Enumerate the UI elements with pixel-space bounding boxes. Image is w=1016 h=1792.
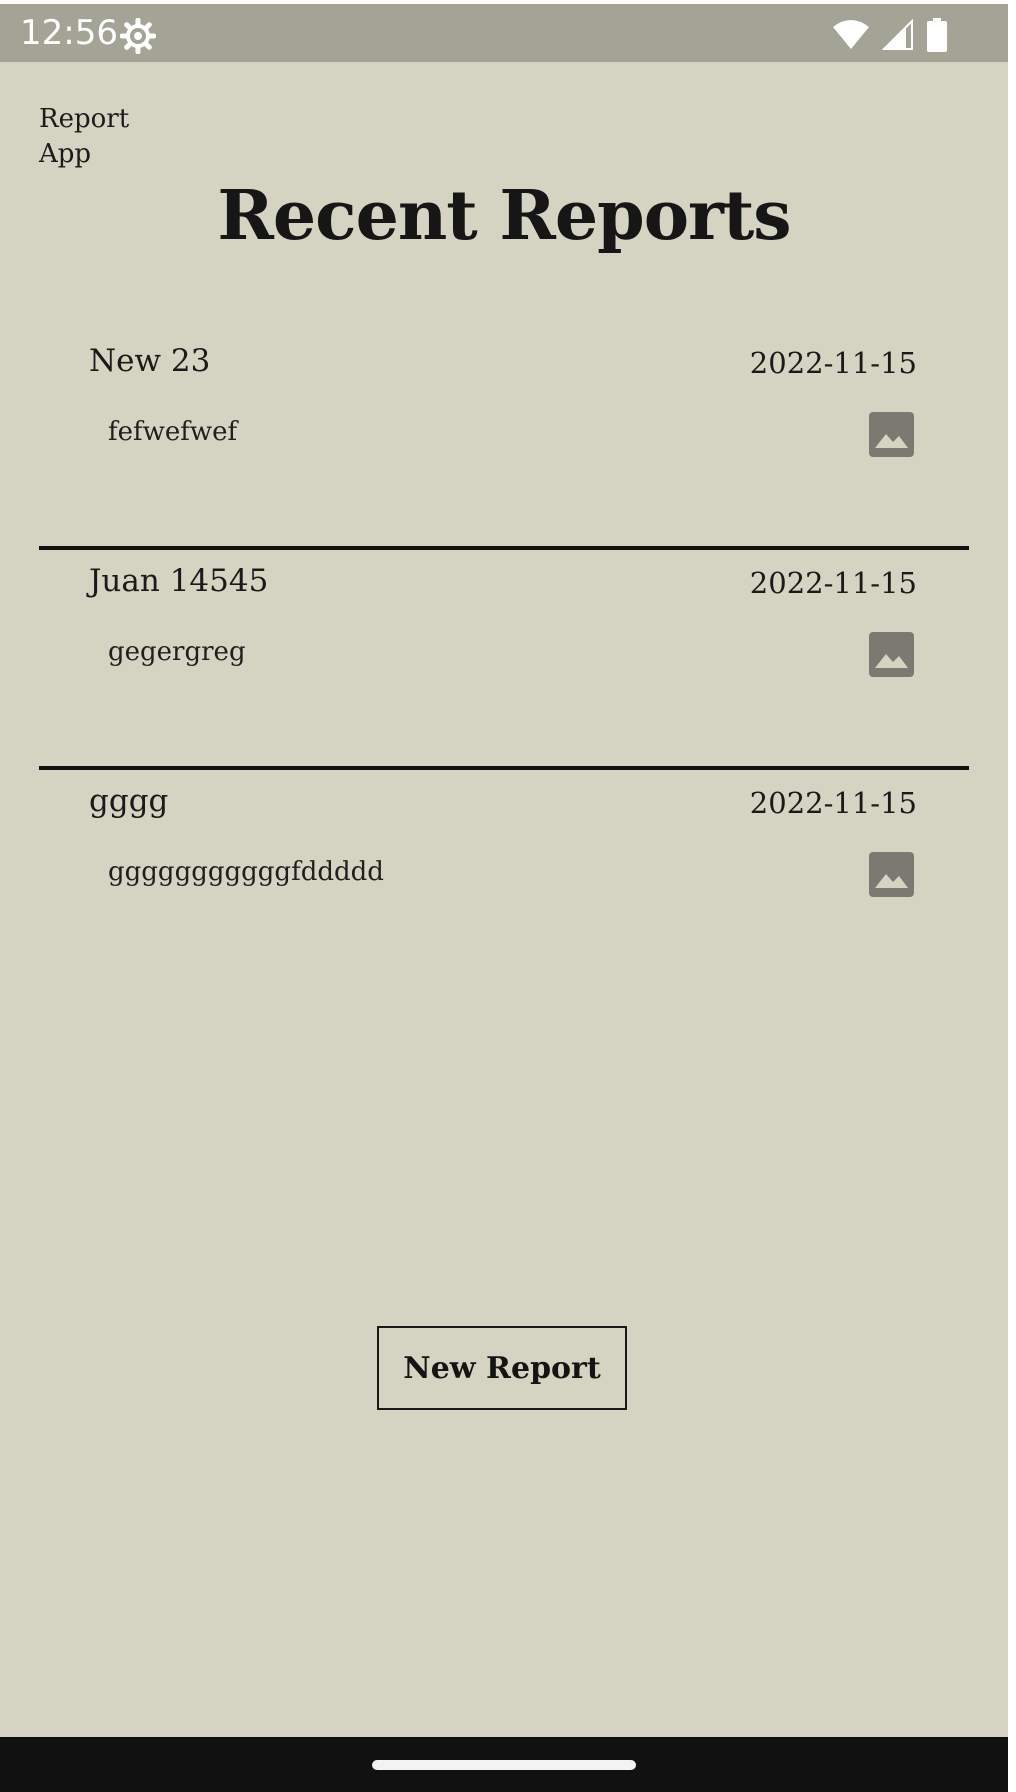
wifi-icon [832,19,870,55]
report-date: 2022-11-15 [749,786,917,820]
app-name: Report App [39,104,130,169]
report-name: gggg [89,783,169,819]
report-description: gegergreg [108,637,246,667]
report-list: New 23 2022-11-15 fefwefwef Juan 14545 2… [39,330,969,990]
cell-signal-icon [881,18,914,55]
report-description: gggggggggggfddddd [108,857,384,887]
report-item[interactable]: Juan 14545 2022-11-15 gegergreg [39,550,969,770]
report-item[interactable]: gggg 2022-11-15 gggggggggggfddddd [39,770,969,990]
app-screen: 12:56 Report App Recent Reports New 23 2… [0,0,1008,1792]
page-title: Recent Reports [217,176,791,256]
status-bar: 12:56 [0,4,1008,62]
settings-gear-icon [119,17,157,58]
report-name: New 23 [89,343,211,379]
report-date: 2022-11-15 [749,566,917,600]
report-item[interactable]: New 23 2022-11-15 fefwefwef [39,330,969,550]
status-icons [832,18,948,56]
new-report-button[interactable]: New Report [377,1326,627,1410]
home-handle[interactable] [372,1760,636,1770]
image-icon[interactable] [869,632,914,677]
battery-icon [926,18,948,56]
report-date: 2022-11-15 [749,346,917,380]
image-icon[interactable] [869,412,914,457]
image-icon[interactable] [869,852,914,897]
report-name: Juan 14545 [89,563,269,599]
right-edge [1008,0,1016,1792]
report-description: fefwefwef [108,417,238,447]
status-time: 12:56 [20,13,118,53]
